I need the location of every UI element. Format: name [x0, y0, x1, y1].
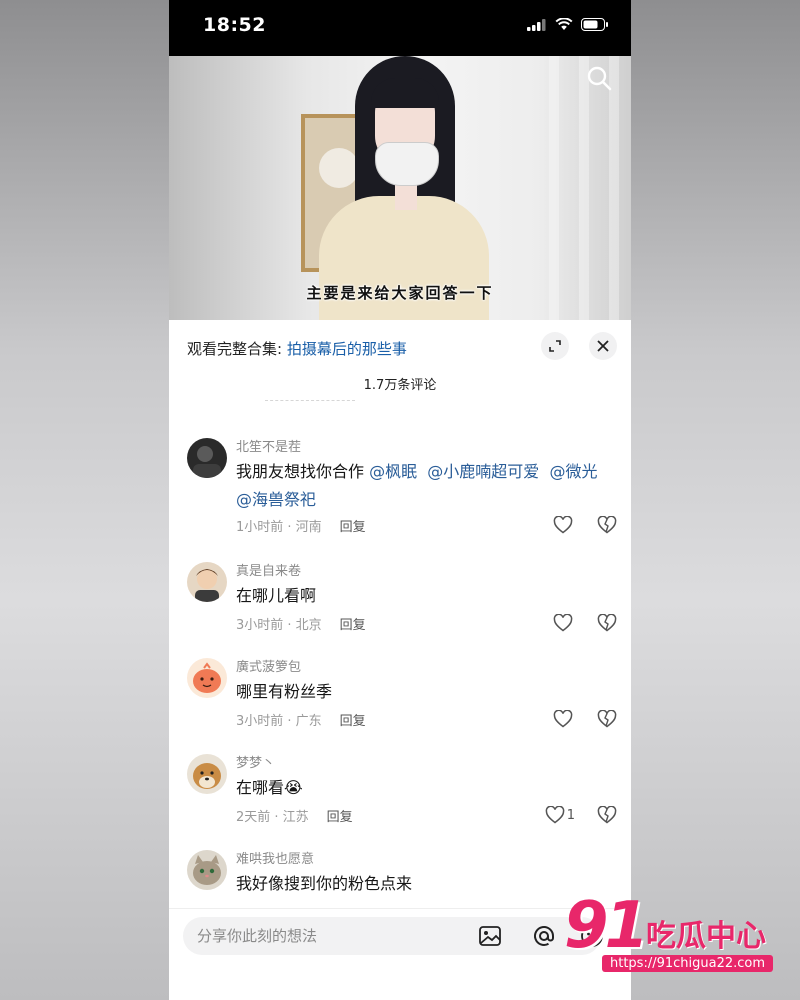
comment-text: 我好像搜到你的粉色点来: [236, 874, 413, 893]
heart-icon: [553, 516, 573, 534]
heart-icon: [553, 614, 573, 632]
reply-button[interactable]: 回复: [327, 810, 353, 825]
comment-text: 我朋友想找你合作 @枫眠 @小鹿喃超可爱 @微光 @海兽祭祀: [236, 458, 616, 514]
comment-meta: 1小时前 · 河南 回复: [236, 516, 366, 535]
comment-username[interactable]: 难哄我也愿意: [236, 848, 314, 867]
search-icon[interactable]: [585, 64, 613, 92]
reply-button[interactable]: 回复: [340, 714, 366, 729]
avatar[interactable]: [187, 850, 227, 890]
mention-link[interactable]: @枫眠: [369, 462, 417, 481]
watermark-logo-text: 吃瓜中心: [646, 919, 766, 954]
comment-meta: 2天前 · 江苏 回复: [236, 806, 353, 825]
comment-username[interactable]: 真是自来卷: [236, 560, 301, 579]
comment-count: 1.7万条评论: [363, 378, 437, 393]
watermark-url: https://91chigua22.com: [602, 955, 774, 972]
comment-meta: 3小时前 · 北京 回复: [236, 614, 366, 633]
video-person: [319, 56, 489, 320]
comment-username[interactable]: 梦梦丶: [236, 752, 275, 771]
curtain: [549, 56, 559, 320]
avatar[interactable]: [187, 438, 227, 478]
comment-meta: 3小时前 · 广东 回复: [236, 710, 366, 729]
image-icon[interactable]: [477, 923, 503, 949]
like-button[interactable]: [553, 516, 575, 534]
broken-heart-icon[interactable]: [597, 710, 617, 728]
comment-time-location: 2天前 · 江苏: [236, 810, 309, 825]
close-icon: [597, 340, 609, 352]
expand-button[interactable]: [541, 332, 569, 360]
like-button[interactable]: [553, 710, 575, 728]
watermark-logo-number: 91: [564, 889, 649, 963]
comment-text: 哪里有粉丝季: [236, 682, 333, 701]
like-button[interactable]: 1: [545, 806, 575, 824]
site-watermark: 91 吃瓜中心 https://91chigua22.com: [558, 889, 788, 985]
collection-prefix: 观看完整合集:: [187, 340, 287, 358]
mention-link[interactable]: @海兽祭祀: [236, 490, 316, 509]
like-button[interactable]: [553, 614, 575, 632]
like-count: 1: [566, 807, 575, 823]
broken-heart-icon[interactable]: [597, 516, 617, 534]
mention-icon[interactable]: [531, 923, 557, 949]
status-time: 18:52: [203, 14, 266, 36]
comment-text: 在哪儿看啊: [236, 586, 317, 605]
curtain: [609, 56, 619, 320]
broken-heart-icon[interactable]: [597, 614, 617, 632]
battery-icon: [581, 18, 608, 31]
wifi-icon: [555, 18, 573, 30]
avatar[interactable]: [187, 658, 227, 698]
close-button[interactable]: [589, 332, 617, 360]
status-icons: [527, 18, 609, 31]
collection-link[interactable]: 拍摄幕后的那些事: [287, 340, 407, 358]
status-bar: 18:52: [169, 0, 631, 56]
comment-time-location: 3小时前 · 北京: [236, 618, 322, 633]
scrolled-content-edge: [265, 400, 355, 407]
curtain: [579, 56, 589, 320]
heart-icon: [553, 710, 573, 728]
comment-text-plain: 我朋友想找你合作: [236, 462, 370, 481]
broken-heart-icon[interactable]: [597, 806, 617, 824]
video-subtitle: 主要是来给大家回答一下: [306, 284, 494, 302]
comment-username[interactable]: 廣式菠箩包: [236, 656, 301, 675]
reply-button[interactable]: 回复: [340, 520, 366, 535]
avatar[interactable]: [187, 562, 227, 602]
comment-time-location: 1小时前 · 河南: [236, 520, 322, 535]
comment-username[interactable]: 北笙不是茬: [236, 436, 301, 455]
mention-link[interactable]: @小鹿喃超可爱: [427, 462, 539, 481]
video-player[interactable]: 主要是来给大家回答一下: [169, 56, 631, 320]
collection-banner[interactable]: 观看完整合集: 拍摄幕后的那些事: [187, 338, 407, 359]
mention-link[interactable]: @微光: [549, 462, 597, 481]
heart-icon: [545, 806, 565, 824]
comment-time-location: 3小时前 · 广东: [236, 714, 322, 729]
avatar[interactable]: [187, 754, 227, 794]
signal-icon: [527, 18, 546, 31]
expand-icon: [549, 340, 561, 352]
comment-text: 在哪看😭: [236, 778, 303, 797]
reply-button[interactable]: 回复: [340, 618, 366, 633]
phone-screen: 18:52 主要是来给大家回答一下 观看完整合集: 拍摄幕后的那些事 1.7万条…: [169, 0, 631, 1000]
